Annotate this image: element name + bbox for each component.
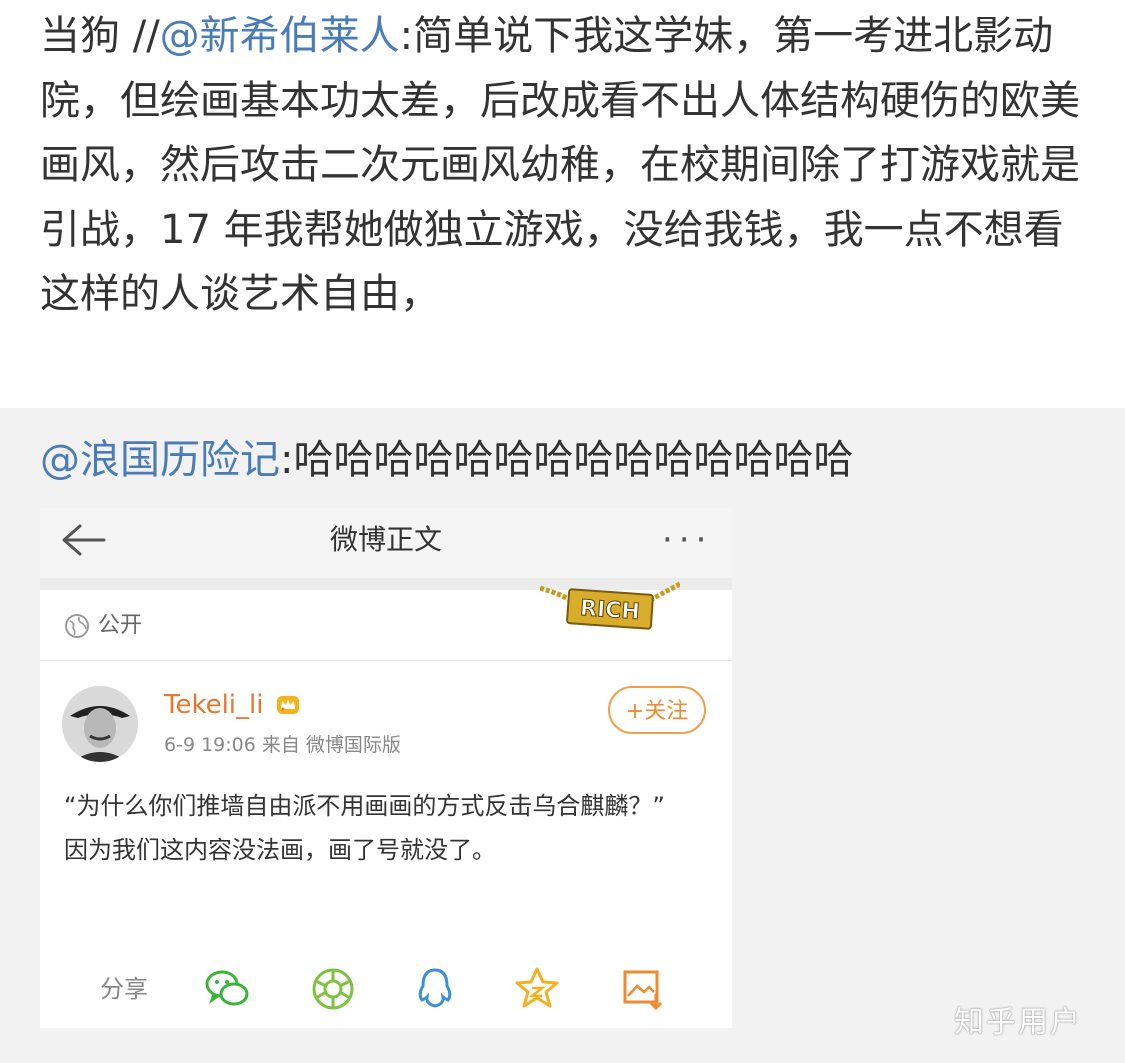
qq-icon[interactable] [410,964,460,1014]
main-post-prefix: 当狗 // [40,13,160,59]
embedded-weibo-screenshot: 微博正文 ··· 公开 RICH Tekeli_li 6-9 19:06 来自 … [40,508,732,1028]
watermark: 知乎用户 [954,1005,1082,1040]
repost-mention-link[interactable]: @浪国历险记 [40,437,280,483]
embedded-header: 微博正文 ··· [40,508,732,590]
crown-icon [277,696,299,714]
avatar-portrait [62,686,138,762]
main-post-text: 当狗 //@新希伯莱人:简单说下我这学妹，第一考进北影动院，但绘画基本功太差，后… [40,4,1080,327]
comment-area: 当狗 //@新希伯莱人:简单说下我这学妹，第一考进北影动院，但绘画基本功太差，后… [0,0,1125,408]
visibility-label: 公开 [98,613,143,638]
rich-necklace-badge: RICH [540,581,680,630]
repost-line: @浪国历险记:哈哈哈哈哈哈哈哈哈哈哈哈哈哈 [40,430,853,490]
wechat-icon[interactable] [202,964,252,1014]
share-row: 分享 [40,960,732,1020]
embedded-post-body: “为什么你们推墙自由派不用画画的方式反击乌合麒麟？” 因为我们这内容没法画，画了… [64,784,714,872]
repost-text: :哈哈哈哈哈哈哈哈哈哈哈哈哈哈 [280,437,854,483]
save-image-icon[interactable] [618,964,668,1014]
rich-badge-text: RICH [579,596,640,625]
avatar[interactable] [62,686,138,762]
more-icon: ··· [662,520,713,560]
username[interactable]: Tekeli_li [164,686,263,724]
embedded-post-line-2: 因为我们这内容没法画，画了号就没了。 [64,836,496,864]
share-label: 分享 [100,975,148,1003]
follow-button[interactable]: +关注 [608,686,706,734]
mention-link[interactable]: @新希伯莱人 [160,13,400,59]
embedded-page-title: 微博正文 [329,523,442,556]
globe-icon [65,614,89,638]
post-meta: 6-9 19:06 来自 微博国际版 [164,734,401,756]
embedded-post-line-1: “为什么你们推墙自由派不用画画的方式反击乌合麒麟？” [64,792,665,820]
moments-icon[interactable] [308,964,358,1014]
qzone-icon[interactable] [512,964,562,1014]
